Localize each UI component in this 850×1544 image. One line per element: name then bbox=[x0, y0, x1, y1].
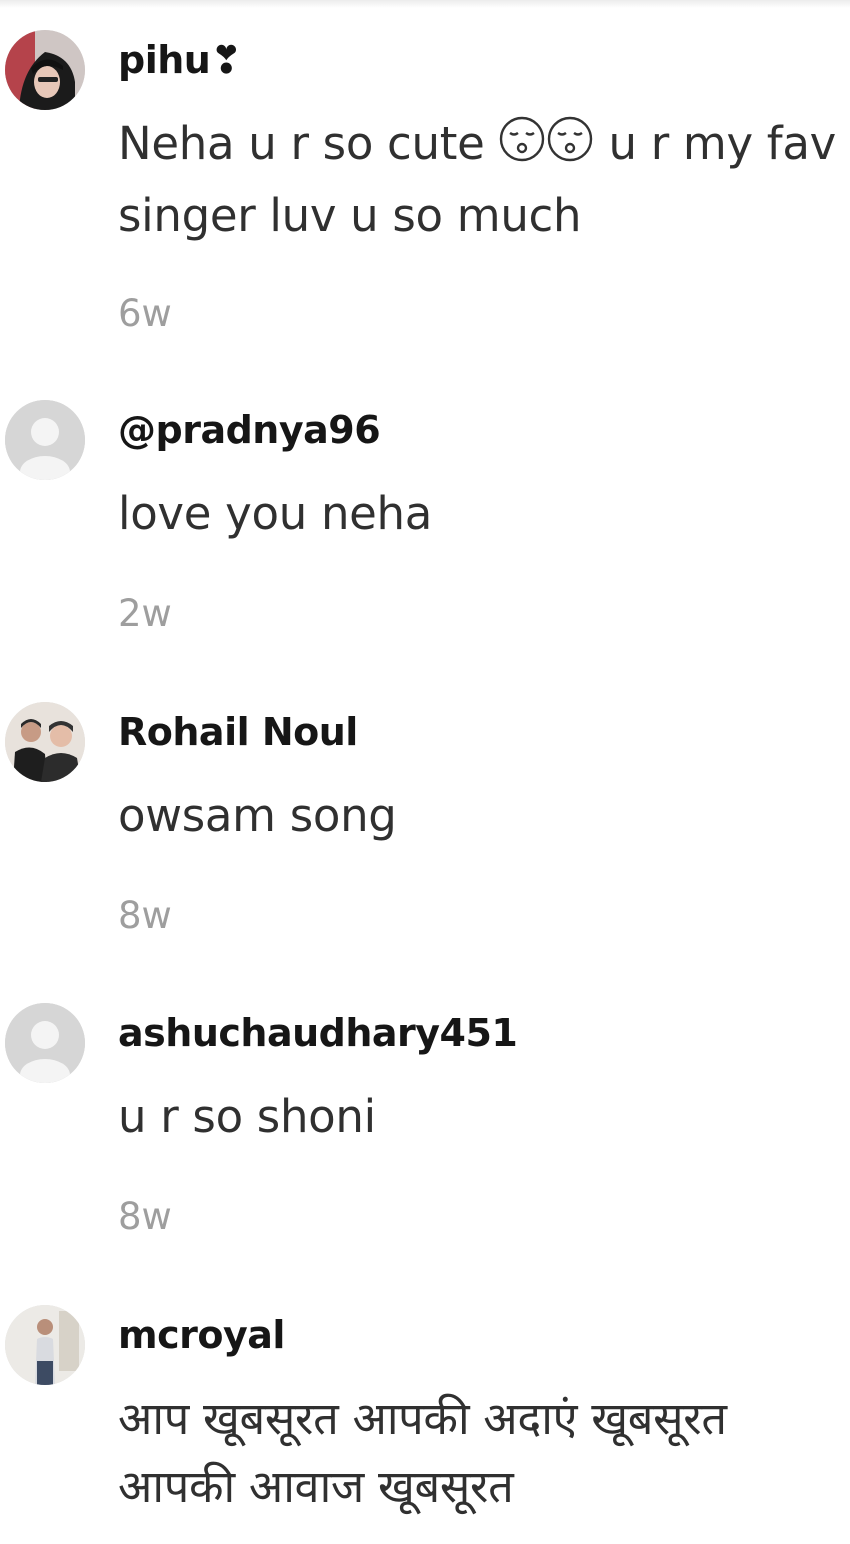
comment-text: u r so shoni bbox=[118, 1090, 376, 1143]
comment-item: mcroyal आप खूबसूरत आपकी अदाएं खूबसूरत आप… bbox=[0, 1305, 850, 1544]
comment-item: Rohail Noul owsam song 8w bbox=[0, 702, 850, 962]
comment-text: आप खूबसूरत आपकी अदाएं खूबसूरत आपकी आवाज … bbox=[118, 1392, 727, 1513]
default-avatar-icon bbox=[5, 1003, 85, 1083]
user-photo-avatar-icon bbox=[5, 702, 85, 782]
comment-username[interactable]: pihu❣ bbox=[118, 38, 242, 82]
avatar[interactable] bbox=[5, 1003, 85, 1083]
comment-timestamp: 6w bbox=[118, 292, 172, 335]
comment-timestamp: 2w bbox=[118, 592, 172, 635]
user-photo-avatar-icon bbox=[5, 30, 85, 110]
comment-username[interactable]: mcroyal bbox=[118, 1313, 285, 1357]
avatar[interactable] bbox=[5, 1305, 85, 1385]
comment-username[interactable]: @pradnya96 bbox=[118, 408, 381, 452]
comment-item: @pradnya96 love you neha 2w bbox=[0, 400, 850, 660]
comment-item: pihu❣ Neha u r so cute u r my fav singer… bbox=[0, 30, 850, 370]
comment-username[interactable]: Rohail Noul bbox=[118, 710, 358, 754]
comment-text: owsam song bbox=[118, 789, 397, 842]
user-photo-avatar-icon bbox=[5, 1305, 85, 1385]
avatar[interactable] bbox=[5, 30, 85, 110]
comment-text: Neha u r so cute u r my fav singer luv u… bbox=[118, 110, 838, 250]
comment-timestamp: 8w bbox=[118, 1195, 172, 1238]
kissing-face-emoji-icon bbox=[498, 114, 594, 182]
default-avatar-icon bbox=[5, 400, 85, 480]
avatar[interactable] bbox=[5, 702, 85, 782]
comment-text: love you neha bbox=[118, 487, 433, 540]
comment-item: ashuchaudhary451 u r so shoni 8w bbox=[0, 1003, 850, 1263]
avatar[interactable] bbox=[5, 400, 85, 480]
top-edge-shadow bbox=[0, 0, 850, 8]
comment-username[interactable]: ashuchaudhary451 bbox=[118, 1011, 518, 1055]
comment-timestamp: 8w bbox=[118, 894, 172, 937]
